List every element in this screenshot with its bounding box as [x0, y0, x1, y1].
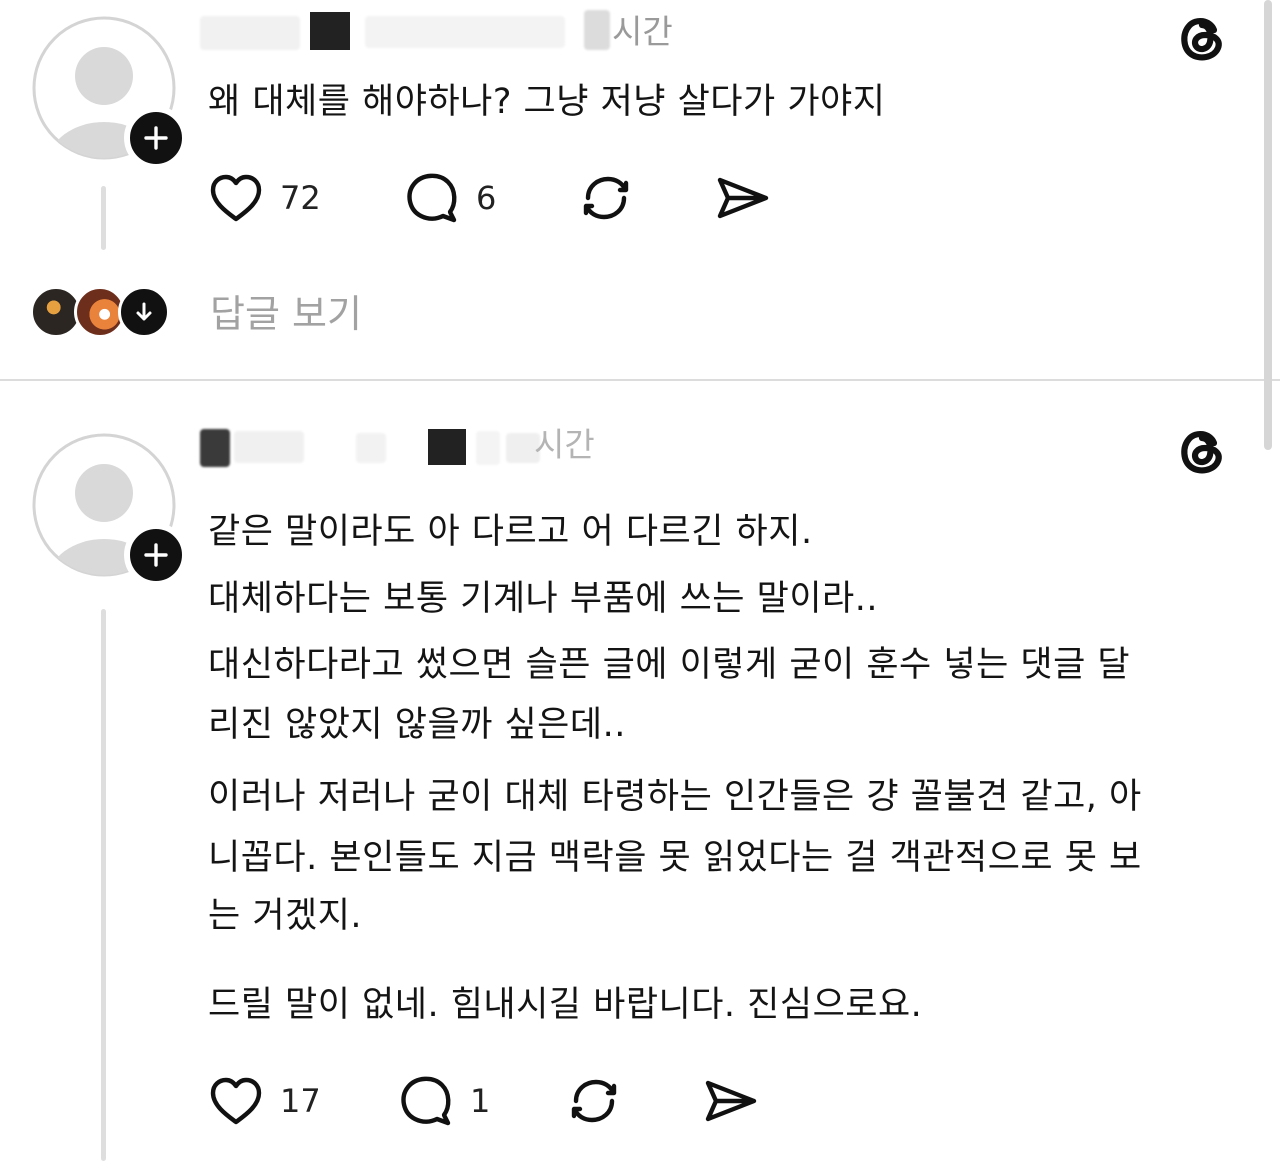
- avatar[interactable]: [32, 16, 188, 170]
- comment-button[interactable]: 1: [396, 1069, 490, 1133]
- post-text-line: 왜 대체를 해야하나? 그냥 저냥 살다가 가야지: [208, 82, 886, 122]
- comment-bubble-icon: [407, 173, 457, 223]
- repost-icon: [571, 1079, 617, 1123]
- comment-bubble-icon: [401, 1076, 451, 1126]
- redacted-username: [200, 429, 230, 467]
- comment-count: 6: [476, 179, 497, 217]
- post-text-line: 대체하다는 보통 기계나 부품에 쓰는 말이라..: [208, 579, 878, 619]
- post-text-line: 드릴 말이 없네. 힘내시길 바랍니다. 진심으로요.: [208, 985, 923, 1025]
- share-button[interactable]: [712, 166, 772, 230]
- post-text-line: 니꼽다. 본인들도 지금 맥락을 못 읽었다는 걸 객관적으로 못 보: [208, 838, 1142, 878]
- post-meta: 시간: [200, 10, 680, 54]
- post-text: 같은 말이라도 아 다르고 어 다르긴 하지. 대체하다는 보통 기계나 부품에…: [208, 499, 1248, 1035]
- threads-logo-icon[interactable]: [1172, 421, 1232, 481]
- send-icon: [705, 1080, 757, 1122]
- redacted-text: [234, 431, 304, 463]
- post: 시간 왜 대체를 해야하나? 그냥 저냥 살다가 가야지 72 6 답글 보기: [0, 0, 1280, 380]
- post-time: 시간: [534, 425, 595, 464]
- post-meta: 시간: [200, 425, 620, 469]
- thread-line: [101, 186, 106, 250]
- scrollbar[interactable]: [1264, 0, 1272, 450]
- like-button[interactable]: 17: [206, 1069, 321, 1133]
- repost-button[interactable]: [576, 166, 636, 230]
- heart-icon: [210, 174, 262, 222]
- post-text-line: 는 거겠지.: [208, 896, 363, 936]
- like-count: 72: [280, 179, 321, 217]
- post-text-line: 같은 말이라도 아 다르고 어 다르긴 하지.: [208, 512, 813, 552]
- post-time: 시간: [612, 12, 673, 51]
- share-button[interactable]: [700, 1069, 760, 1133]
- post-text-line: 리진 않았지 않을까 싶은데..: [208, 705, 626, 745]
- avatar[interactable]: [32, 433, 188, 587]
- plus-icon: [144, 543, 168, 567]
- redacted-text: [365, 16, 565, 48]
- post-text-line: 이러나 저러나 굳이 대체 타령하는 인간들은 걍 꼴불견 같고, 아: [208, 777, 1142, 817]
- like-count: 17: [280, 1082, 321, 1120]
- repost-button[interactable]: [564, 1069, 624, 1133]
- redacted-text: [476, 431, 500, 465]
- redaction-mark: [428, 429, 466, 465]
- redacted-text: [584, 10, 610, 50]
- view-replies-link[interactable]: 답글 보기: [210, 284, 362, 344]
- arrow-down-icon: [136, 302, 152, 321]
- like-button[interactable]: 72: [206, 166, 321, 230]
- repost-icon: [583, 176, 629, 220]
- action-bar: 72 6: [206, 166, 806, 230]
- expand-replies-button[interactable]: [118, 286, 170, 338]
- post-text-line: 대신하다라고 썼으면 슬픈 글에 이렇게 굳이 훈수 넣는 댓글 달: [208, 645, 1131, 685]
- redacted-username: [200, 16, 300, 50]
- redacted-text: [356, 433, 386, 463]
- post-text: 왜 대체를 해야하나? 그냥 저냥 살다가 가야지: [208, 78, 1248, 126]
- heart-icon: [210, 1077, 262, 1125]
- follow-button[interactable]: [124, 523, 188, 587]
- comment-count: 1: [470, 1082, 491, 1120]
- send-icon: [717, 177, 769, 219]
- view-replies-row[interactable]: 답글 보기: [30, 284, 430, 344]
- action-bar: 17 1: [206, 1069, 806, 1133]
- redaction-mark: [310, 12, 350, 50]
- plus-icon: [144, 126, 168, 150]
- thread-line: [101, 609, 106, 1161]
- post: 시간 같은 말이라도 아 다르고 어 다르긴 하지. 대체하다는 보통 기계나 …: [0, 381, 1280, 1170]
- follow-button[interactable]: [124, 106, 188, 170]
- threads-logo-icon[interactable]: [1172, 8, 1232, 68]
- comment-button[interactable]: 6: [402, 166, 496, 230]
